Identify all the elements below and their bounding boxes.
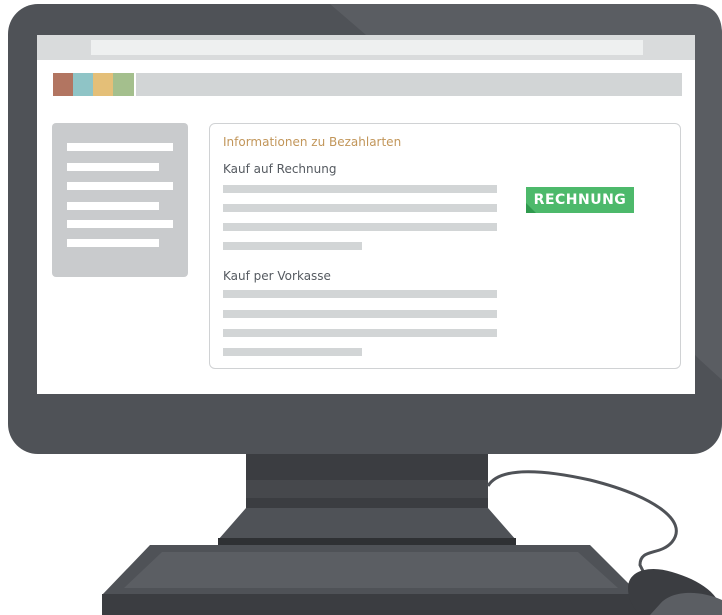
swatch-sand[interactable] (93, 73, 113, 96)
text-line-placeholder (223, 348, 362, 356)
swatch-teal[interactable] (73, 73, 93, 96)
sidebar-item[interactable] (67, 182, 173, 190)
swatch-sage[interactable] (113, 73, 134, 96)
section-heading-rechnung: Kauf auf Rechnung (223, 162, 337, 176)
section-heading-vorkasse: Kauf per Vorkasse (223, 269, 331, 283)
text-line-placeholder (223, 242, 362, 250)
text-line-placeholder (223, 185, 497, 193)
swatch-terracotta[interactable] (53, 73, 73, 96)
rechnung-badge[interactable]: RECHNUNG (526, 187, 634, 213)
text-line-placeholder (223, 329, 497, 337)
rechnung-badge-label: RECHNUNG (533, 192, 627, 208)
sidebar-item[interactable] (67, 220, 173, 228)
panel-title: Informationen zu Bezahlarten (223, 135, 402, 149)
sidebar-item[interactable] (67, 202, 159, 210)
color-swatches (53, 73, 134, 96)
sidebar-item[interactable] (67, 163, 159, 171)
text-line-placeholder (223, 223, 497, 231)
text-line-placeholder (223, 310, 497, 318)
text-line-placeholder (223, 204, 497, 212)
ui-layer: Informationen zu Bezahlarten Kauf auf Re… (0, 0, 722, 615)
navigation-bar[interactable] (136, 73, 682, 96)
text-line-placeholder (223, 290, 497, 298)
sidebar-item[interactable] (67, 239, 159, 247)
sidebar-item[interactable] (67, 143, 173, 151)
address-bar[interactable] (91, 40, 643, 55)
